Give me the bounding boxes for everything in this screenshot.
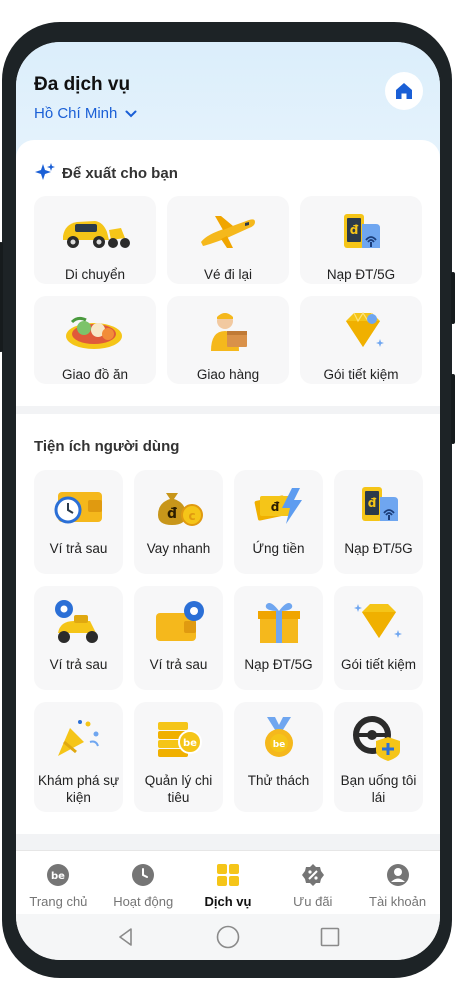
- home-circle-icon[interactable]: [216, 925, 240, 949]
- recent-apps-icon[interactable]: [320, 927, 340, 947]
- utility-label: Vay nhanh: [146, 541, 211, 556]
- nav-label: Dịch vụ: [204, 894, 252, 909]
- utility-thu-thach[interactable]: be Thử thách: [234, 702, 323, 812]
- utility-ban-uong-toi-lai[interactable]: Bạn uống tôi lái: [334, 702, 423, 812]
- home-icon: [396, 83, 412, 99]
- side-button: [451, 374, 455, 444]
- city-label: Hồ Chí Minh: [34, 105, 118, 122]
- nav-services[interactable]: Dịch vụ: [186, 851, 271, 914]
- nav-activity[interactable]: Hoạt động: [101, 851, 186, 914]
- nav-offers[interactable]: Ưu đãi: [270, 851, 355, 914]
- utility-label: Thử thách: [247, 773, 310, 788]
- svg-text:đ: đ: [367, 496, 376, 510]
- coins-stack-icon: be: [157, 722, 202, 757]
- home-button[interactable]: [385, 72, 423, 110]
- svg-text:be: be: [51, 871, 65, 882]
- utility-label: Khám phá sự kiện: [37, 773, 120, 805]
- utility-label: Ví trả sau: [49, 657, 108, 672]
- service-giao-do-an[interactable]: Giao đồ ăn: [34, 296, 156, 384]
- utility-label: Quản lý chi tiêu: [144, 773, 213, 805]
- utility-nap-dt-2[interactable]: Nạp ĐT/5G: [234, 586, 323, 690]
- chevron-down-icon: [125, 110, 137, 117]
- service-di-chuyen[interactable]: Di chuyển: [34, 196, 156, 284]
- recommend-section: Để xuất cho bạn Di chuyển Vé đi lại đ Nạ…: [16, 140, 440, 406]
- service-label: Vé đi lại: [203, 267, 253, 282]
- sparkle-icon: [35, 163, 55, 180]
- medal-icon: be: [264, 717, 293, 757]
- service-nap-dt[interactable]: đ Nạp ĐT/5G: [300, 196, 422, 284]
- wallet-clock-icon: [54, 492, 102, 524]
- grid-icon: [216, 864, 239, 886]
- power-button: [451, 272, 455, 324]
- recommend-header: Để xuất cho bạn: [34, 162, 178, 184]
- service-label: Giao đồ ăn: [61, 367, 129, 382]
- utility-label: Nạp ĐT/5G: [344, 541, 413, 556]
- party-popper-icon: [57, 720, 99, 756]
- utilities-section: Tiện ích người dùng Ví trả sau đ c Vay n…: [16, 414, 440, 834]
- utility-quan-ly-chi-tieu[interactable]: be Quản lý chi tiêu: [134, 702, 223, 812]
- utility-vi-tra-sau-3[interactable]: Ví trả sau: [134, 586, 223, 690]
- be-logo-icon: be: [47, 864, 70, 886]
- page-title: Đa dịch vụ: [34, 74, 131, 95]
- recommend-title: Để xuất cho bạn: [62, 164, 178, 182]
- nav-label: Trang chủ: [29, 894, 88, 909]
- volume-button: [0, 242, 3, 352]
- diamond-icon: [346, 311, 384, 347]
- service-label: Nạp ĐT/5G: [326, 267, 396, 282]
- nav-account[interactable]: Tài khoản: [355, 851, 440, 914]
- phone-topup-icon: đ: [361, 487, 398, 521]
- car-bike-icon: [63, 221, 130, 248]
- discount-badge-icon: [301, 864, 324, 886]
- nav-home[interactable]: be Trang chủ: [16, 851, 101, 914]
- utility-label: Ví trả sau: [49, 541, 108, 556]
- steering-wheel-icon: [352, 716, 400, 761]
- service-goi-tiet-kiem[interactable]: Gói tiết kiệm: [300, 296, 422, 384]
- phone-topup-icon: đ: [344, 214, 380, 248]
- wallet-gear-icon: [155, 601, 204, 641]
- utility-label: Ứng tiền: [252, 541, 305, 556]
- clock-icon: [132, 864, 155, 886]
- utility-nap-dt[interactable]: đ Nạp ĐT/5G: [334, 470, 423, 574]
- cash-flash-icon: đ: [254, 488, 302, 524]
- diamond-icon: [353, 604, 402, 638]
- nav-label: Ưu đãi: [293, 894, 333, 909]
- utility-vay-nhanh[interactable]: đ c Vay nhanh: [134, 470, 223, 574]
- svg-text:be: be: [183, 738, 197, 749]
- nav-label: Hoạt động: [113, 894, 174, 909]
- user-icon: [386, 864, 409, 886]
- service-label: Di chuyển: [64, 267, 126, 282]
- nav-label: Tài khoản: [369, 894, 427, 909]
- utility-label: Bạn uống tôi lái: [340, 773, 417, 805]
- utility-vi-tra-sau[interactable]: Ví trả sau: [34, 470, 123, 574]
- airplane-icon: [201, 216, 255, 248]
- service-label: Giao hàng: [196, 367, 260, 382]
- scooter-gear-icon: [54, 600, 98, 643]
- back-icon[interactable]: [116, 927, 136, 947]
- utility-label: Ví trả sau: [149, 657, 208, 672]
- service-ve-di-lai[interactable]: Vé đi lại: [167, 196, 289, 284]
- app-screen: Đa dịch vụ Hồ Chí Minh Để xuất cho bạn D…: [16, 42, 440, 960]
- utility-ung-tien[interactable]: đ Ứng tiền: [234, 470, 323, 574]
- svg-text:be: be: [272, 740, 285, 750]
- service-label: Gói tiết kiệm: [323, 367, 399, 382]
- utility-vi-tra-sau-2[interactable]: Ví trả sau: [34, 586, 123, 690]
- svg-text:đ: đ: [270, 500, 279, 514]
- city-selector[interactable]: Hồ Chí Minh: [34, 105, 137, 122]
- utility-label: Nạp ĐT/5G: [244, 657, 313, 672]
- svg-text:c: c: [188, 509, 195, 523]
- bottom-nav: be Trang chủ Hoạt động Dịch vụ Ưu đãi Tà…: [16, 850, 440, 914]
- utility-goi-tiet-kiem[interactable]: Gói tiết kiệm: [334, 586, 423, 690]
- system-nav-bar: [16, 914, 440, 960]
- service-giao-hang[interactable]: Giao hàng: [167, 296, 289, 384]
- utility-kham-pha-su-kien[interactable]: Khám phá sự kiện: [34, 702, 123, 812]
- svg-text:đ: đ: [350, 223, 359, 237]
- delivery-icon: [211, 313, 247, 351]
- utilities-title: Tiện ích người dùng: [34, 438, 180, 455]
- utility-label: Gói tiết kiệm: [340, 657, 417, 672]
- gift-box-icon: [257, 603, 300, 643]
- money-bag-icon: đ c: [157, 493, 203, 526]
- food-icon: [66, 316, 122, 349]
- svg-text:đ: đ: [166, 506, 176, 522]
